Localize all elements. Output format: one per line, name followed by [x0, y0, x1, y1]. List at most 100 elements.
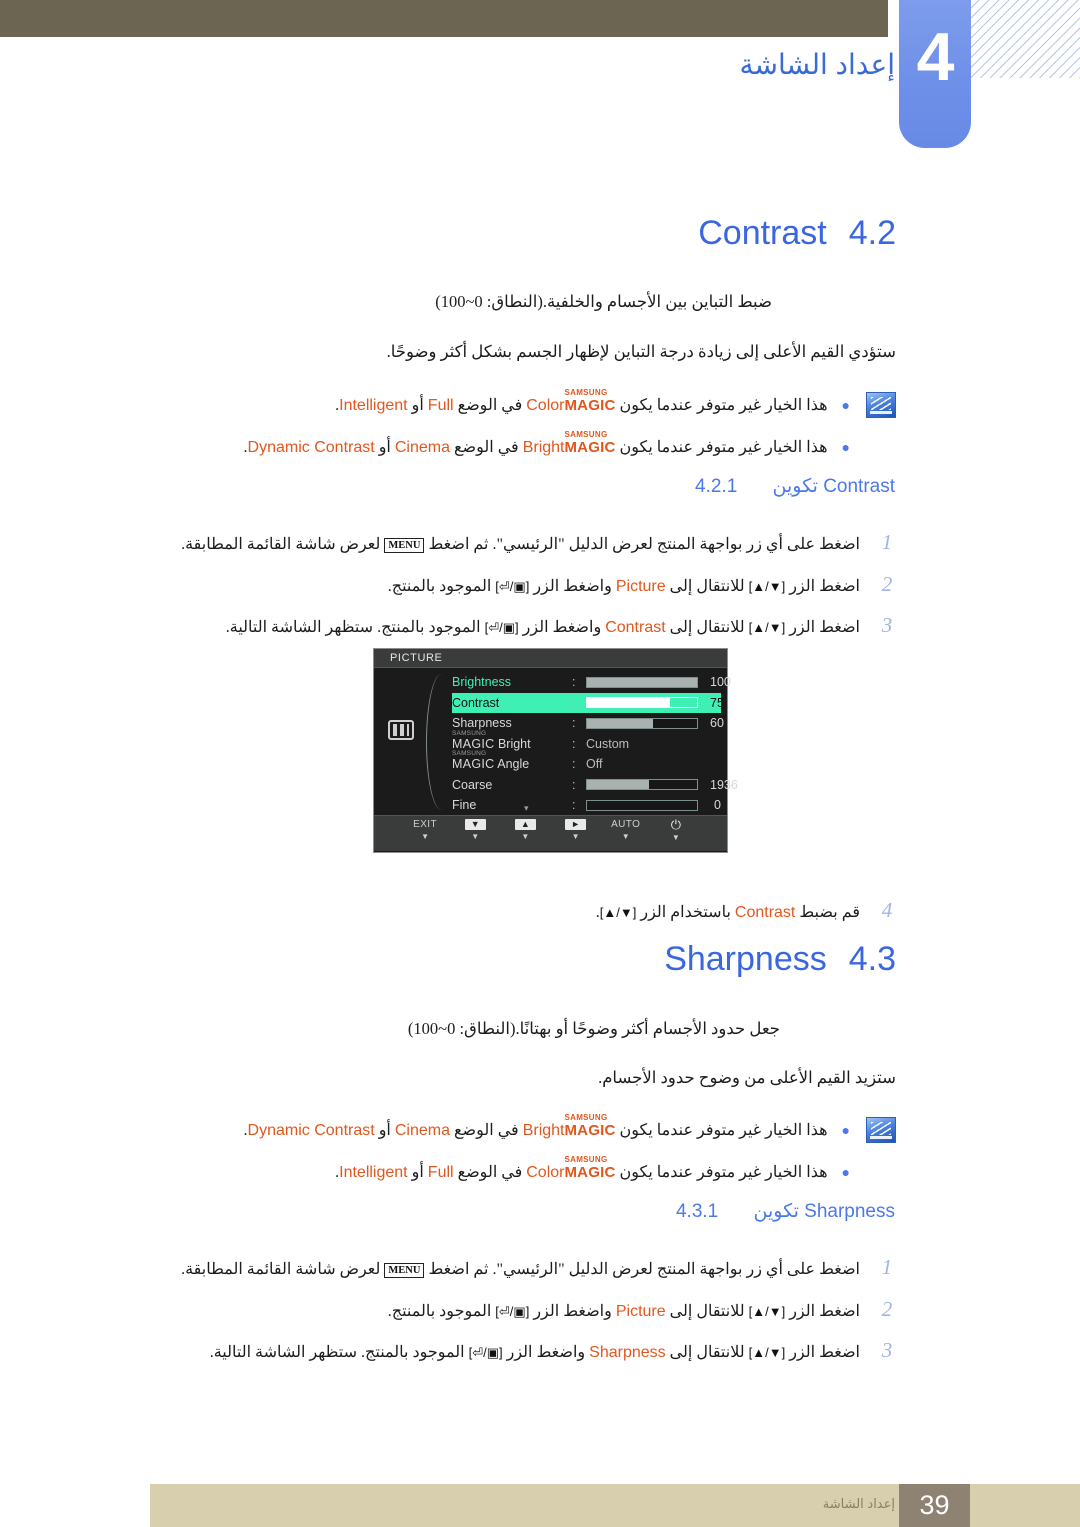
samsung-magic-logo: SAMSUNG MAGIC: [564, 431, 615, 456]
osd-footer-up[interactable]: ▲ ▼: [501, 819, 549, 841]
header-hatch-pattern-icon: [970, 0, 1080, 78]
samsung-magic-logo: SAMSUNG MAGIC: [564, 389, 615, 414]
osd-slider-brightness[interactable]: [586, 676, 698, 688]
step-text: اضغط على أي زر بواجهة المنتج لعرض الدليل…: [181, 1259, 860, 1279]
osd-slider-fine[interactable]: [586, 799, 698, 811]
step-text-d: الموجود بالمنتج. ستظهر الشاشة التالية.: [209, 1344, 465, 1361]
osd-row-list: Brightness : 100 Contrast : 75 Sharpness…: [452, 672, 738, 816]
osd-row-brightness[interactable]: Brightness : 100: [452, 672, 731, 693]
step-number: 3: [881, 1338, 893, 1362]
step-text: اضغط الزر [▲/▼] للانتقال إلى Picture واض…: [388, 1301, 860, 1321]
osd-scroll-down-icon[interactable]: ▾: [524, 803, 529, 814]
contrast-step-3: 3 اضغط الزر [▲/▼] للانتقال إلى Contrast …: [226, 613, 902, 638]
note-option-2: Dynamic Contrast: [247, 1122, 375, 1139]
osd-footer-auto[interactable]: AUTO ▼: [602, 819, 650, 841]
osd-slider-contrast[interactable]: [586, 697, 698, 709]
manual-page: 4 إعداد الشاشة Contrast 4.2 ضبط التباين ب…: [0, 0, 1080, 1527]
osd-row-magicangle[interactable]: SAMSUNG MAGIC Angle : Off: [452, 750, 721, 775]
osd-row-magicbright[interactable]: SAMSUNG MAGIC Bright : Custom: [452, 730, 721, 755]
note-mid: في الوضع: [457, 397, 523, 414]
right-arrow-icon: ►: [565, 819, 586, 830]
osd-row-value: Custom: [586, 736, 630, 751]
contrast-step-1: 1 اضغط على أي زر بواجهة المنتج لعرض الدل…: [181, 530, 902, 555]
osd-footer-label: EXIT: [413, 819, 437, 830]
header-olive-bar: [0, 0, 888, 37]
samsung-magic-logo: SAMSUNG MAGIC: [564, 1114, 616, 1139]
sharpness-step-1: 1 اضغط على أي زر بواجهة المنتج لعرض الدل…: [181, 1255, 902, 1280]
contrast-note-2: ● هذا الخيار غير متوفر عندما يكون SAMSUN…: [244, 431, 896, 457]
step-target-label: Contrast: [605, 619, 666, 636]
note-option-2: Intelligent: [339, 1164, 408, 1181]
magic-word: MAGIC: [452, 736, 495, 751]
osd-colon: :: [572, 675, 576, 690]
step-text: اضغط الزر [▲/▼] للانتقال إلى Sharpness و…: [210, 1342, 860, 1362]
updown-key-badge: [▲/▼]: [748, 1345, 786, 1360]
chapter-number-tab: 4: [899, 0, 971, 148]
step-text-a: اضغط الزر: [789, 1303, 860, 1320]
chapter-title: إعداد الشاشة: [739, 49, 895, 80]
magic-samsung-text: SAMSUNG: [452, 750, 487, 758]
step-target-label: Picture: [615, 1303, 666, 1320]
sharpness-step-3: 3 اضغط الزر [▲/▼] للانتقال إلى Sharpness…: [210, 1338, 902, 1363]
magic-suffix: Color: [526, 1164, 565, 1181]
subsection-title-en: Sharpness: [804, 1201, 895, 1222]
step-text-a: اضغط على أي زر بواجهة المنتج لعرض الدليل…: [428, 1261, 860, 1278]
step-text-a: اضغط على أي زر بواجهة المنتج لعرض الدليل…: [428, 536, 860, 553]
magic-suffix: Bright: [522, 439, 565, 456]
section-heading-sharpness: Sharpness 4.3: [664, 940, 896, 979]
magic-samsung-text: SAMSUNG: [564, 388, 608, 397]
osd-footer-tick-icon: ▼: [571, 832, 580, 841]
note-or: أو: [411, 397, 424, 414]
osd-footer-toolbar: EXIT ▼ ▼ ▼ ▲ ▼ ► ▼ AUTO ▼ ⏻ ▼: [374, 815, 727, 851]
note-option-1: Full: [427, 397, 454, 414]
osd-row-label: Brightness: [452, 675, 512, 690]
osd-slider-sharpness[interactable]: [586, 717, 698, 729]
osd-colon: :: [572, 777, 576, 792]
step-text-a: اضغط الزر: [789, 619, 860, 636]
subsection-number: 4.2.1: [695, 476, 738, 497]
updown-key-badge: [▲/▼]: [599, 905, 637, 920]
osd-row-label: SAMSUNG MAGIC Bright: [452, 730, 572, 751]
note-mid: في الوضع: [454, 1122, 519, 1139]
osd-body: Brightness : 100 Contrast : 75 Sharpness…: [374, 668, 738, 816]
osd-footer-power[interactable]: ⏻ ▼: [652, 818, 700, 842]
osd-row-contrast[interactable]: Contrast : 75: [452, 692, 724, 713]
osd-footer-down[interactable]: ▼ ▼: [451, 819, 499, 841]
step-text-b: للانتقال إلى: [669, 1344, 745, 1361]
magic-word: MAGIC: [564, 1164, 616, 1181]
osd-footer-enter[interactable]: ► ▼: [552, 819, 600, 841]
magic-suffix: Angle: [494, 757, 530, 772]
section-title-contrast: Contrast: [698, 214, 827, 252]
osd-row-fine[interactable]: Fine : 0: [452, 795, 721, 816]
bullet-dot-icon: ●: [841, 439, 850, 455]
osd-slider-coarse[interactable]: [586, 779, 698, 791]
osd-row-sharpness[interactable]: Sharpness : 60: [452, 713, 724, 734]
osd-footer-label: AUTO: [611, 819, 641, 830]
magic-samsung-text: SAMSUNG: [564, 430, 608, 439]
step-text-a: قم بضبط: [799, 904, 860, 921]
bullet-dot-icon: ●: [841, 1164, 850, 1180]
chapter-number: 4: [916, 19, 955, 95]
step-text-b: للانتقال إلى: [669, 1303, 745, 1320]
enter-key-badge: [⏎/▣]: [495, 1304, 530, 1319]
note-icon: [866, 1117, 896, 1143]
enter-key-badge: [⏎/▣]: [495, 579, 530, 594]
step-text-d: الموجود بالمنتج.: [387, 1303, 492, 1320]
step-text: اضغط الزر [▲/▼] للانتقال إلى Contrast وا…: [226, 617, 860, 637]
osd-row-coarse[interactable]: Coarse : 1936: [452, 775, 738, 796]
note-pre: هذا الخيار غير متوفر عندما يكون: [619, 1164, 828, 1181]
subsection-heading-contrast: Contrast تكوين 4.2.1: [695, 475, 895, 498]
magic-word: MAGIC: [564, 1122, 616, 1139]
sharpness-note-1: ● هذا الخيار غير متوفر عندما يكون SAMSUN…: [244, 1114, 896, 1143]
magic-suffix: Color: [526, 397, 565, 414]
osd-footer-exit[interactable]: EXIT ▼: [401, 819, 449, 841]
step-target-label: Contrast: [734, 904, 796, 921]
note-pre: هذا الخيار غير متوفر عندما يكون: [619, 397, 828, 414]
sharpness-paragraph-1: جعل حدود الأجسام أكثر وضوحًا أو بهتانًا.…: [407, 1019, 780, 1038]
step-text-c: واضغط الزر: [506, 1344, 586, 1361]
step-text-c: واضغط الزر: [533, 578, 612, 595]
sharpness-paragraph-2: ستزيد القيم الأعلى من وضوح حدود الأجسام.: [598, 1068, 896, 1087]
note-option-2: Dynamic Contrast: [247, 439, 375, 456]
osd-footer-tick-icon: ▼: [421, 832, 430, 841]
note-option-1: Full: [427, 1164, 454, 1181]
